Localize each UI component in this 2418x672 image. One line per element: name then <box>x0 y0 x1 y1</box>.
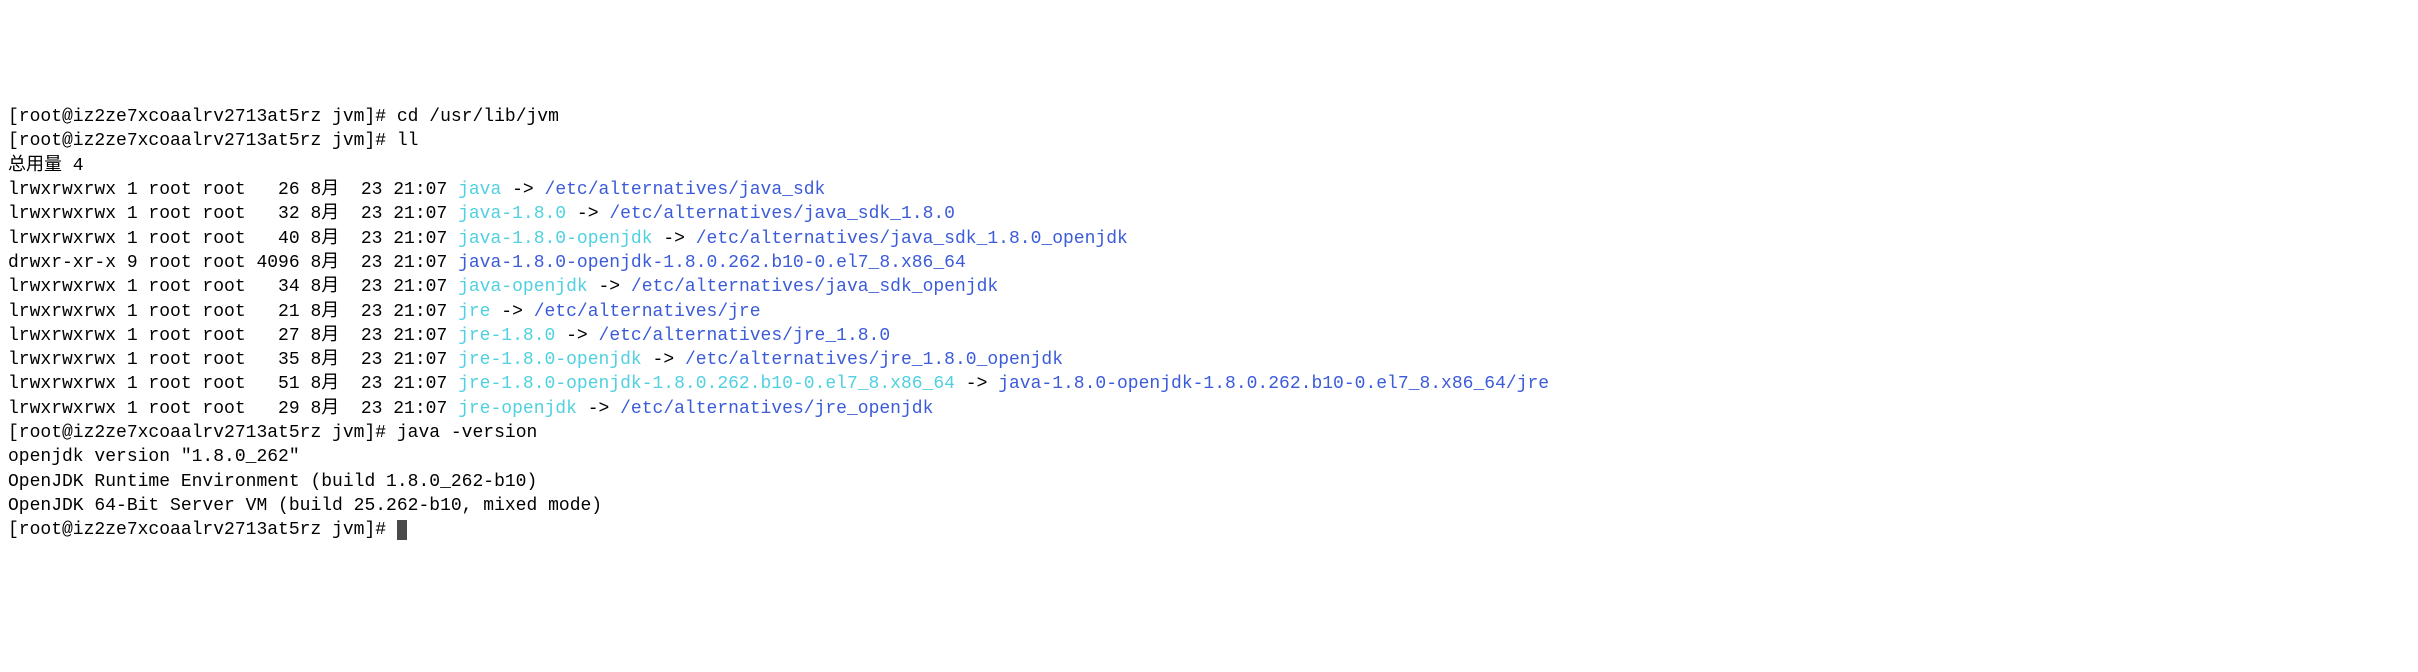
command-line: [root@iz2ze7xcoaalrv2713at5rz jvm]# java… <box>8 421 2410 445</box>
file-name: jre-1.8.0 <box>458 326 555 346</box>
file-name: java-openjdk <box>458 277 588 297</box>
file-permissions: lrwxrwxrwx 1 root root 29 8月 23 21:07 <box>8 399 458 419</box>
file-listing-row: lrwxrwxrwx 1 root root 32 8月 23 21:07 ja… <box>8 202 2410 226</box>
file-permissions: lrwxrwxrwx 1 root root 27 8月 23 21:07 <box>8 326 458 346</box>
symlink-arrow: -> <box>501 180 544 200</box>
file-listing-row: drwxr-xr-x 9 root root 4096 8月 23 21:07 … <box>8 251 2410 275</box>
symlink-target: /etc/alternatives/jre_openjdk <box>620 399 933 419</box>
symlink-target: /etc/alternatives/jre_1.8.0_openjdk <box>685 350 1063 370</box>
file-name: java-1.8.0 <box>458 204 566 224</box>
terminal-output[interactable]: [root@iz2ze7xcoaalrv2713at5rz jvm]# cd /… <box>8 105 2410 542</box>
prompt: [root@iz2ze7xcoaalrv2713at5rz jvm]# <box>8 131 397 151</box>
file-name: jre <box>458 302 490 322</box>
command-line: [root@iz2ze7xcoaalrv2713at5rz jvm]# <box>8 518 2410 542</box>
symlink-arrow: -> <box>566 204 609 224</box>
file-listing-row: lrwxrwxrwx 1 root root 40 8月 23 21:07 ja… <box>8 227 2410 251</box>
prompt: [root@iz2ze7xcoaalrv2713at5rz jvm]# <box>8 520 397 540</box>
symlink-target: /etc/alternatives/jre_1.8.0 <box>599 326 891 346</box>
file-permissions: lrwxrwxrwx 1 root root 32 8月 23 21:07 <box>8 204 458 224</box>
symlink-target: /etc/alternatives/java_sdk <box>545 180 826 200</box>
command-line: [root@iz2ze7xcoaalrv2713at5rz jvm]# ll <box>8 129 2410 153</box>
symlink-arrow: -> <box>955 374 998 394</box>
file-listing-row: lrwxrwxrwx 1 root root 34 8月 23 21:07 ja… <box>8 275 2410 299</box>
file-name: jre-openjdk <box>458 399 577 419</box>
symlink-arrow: -> <box>642 350 685 370</box>
version-output-line: OpenJDK 64-Bit Server VM (build 25.262-b… <box>8 494 2410 518</box>
file-permissions: drwxr-xr-x 9 root root 4096 8月 23 21:07 <box>8 253 458 273</box>
version-output-line: OpenJDK Runtime Environment (build 1.8.0… <box>8 470 2410 494</box>
file-listing-row: lrwxrwxrwx 1 root root 26 8月 23 21:07 ja… <box>8 178 2410 202</box>
version-output-line: openjdk version "1.8.0_262" <box>8 445 2410 469</box>
file-name: java <box>458 180 501 200</box>
file-permissions: lrwxrwxrwx 1 root root 51 8月 23 21:07 <box>8 374 458 394</box>
command-text: ll <box>397 131 419 151</box>
symlink-arrow: -> <box>490 302 533 322</box>
symlink-target: /etc/alternatives/java_sdk_1.8.0 <box>609 204 955 224</box>
symlink-target: /etc/alternatives/java_sdk_1.8.0_openjdk <box>696 229 1128 249</box>
file-permissions: lrwxrwxrwx 1 root root 35 8月 23 21:07 <box>8 350 458 370</box>
file-listing-row: lrwxrwxrwx 1 root root 35 8月 23 21:07 jr… <box>8 348 2410 372</box>
file-permissions: lrwxrwxrwx 1 root root 34 8月 23 21:07 <box>8 277 458 297</box>
total-line: 总用量 4 <box>8 154 2410 178</box>
symlink-target: java-1.8.0-openjdk-1.8.0.262.b10-0.el7_8… <box>998 374 1549 394</box>
symlink-arrow: -> <box>555 326 598 346</box>
file-permissions: lrwxrwxrwx 1 root root 21 8月 23 21:07 <box>8 302 458 322</box>
file-listing-row: lrwxrwxrwx 1 root root 27 8月 23 21:07 jr… <box>8 324 2410 348</box>
file-listing-row: lrwxrwxrwx 1 root root 29 8月 23 21:07 jr… <box>8 397 2410 421</box>
file-name: jre-1.8.0-openjdk <box>458 350 642 370</box>
file-permissions: lrwxrwxrwx 1 root root 40 8月 23 21:07 <box>8 229 458 249</box>
symlink-arrow: -> <box>588 277 631 297</box>
file-name: jre-1.8.0-openjdk-1.8.0.262.b10-0.el7_8.… <box>458 374 955 394</box>
file-name: java-1.8.0-openjdk <box>458 229 652 249</box>
file-name: java-1.8.0-openjdk-1.8.0.262.b10-0.el7_8… <box>458 253 966 273</box>
symlink-arrow: -> <box>577 399 620 419</box>
symlink-arrow: -> <box>653 229 696 249</box>
file-listing-row: lrwxrwxrwx 1 root root 51 8月 23 21:07 jr… <box>8 372 2410 396</box>
command-text: cd /usr/lib/jvm <box>397 107 559 127</box>
terminal-cursor <box>397 520 407 540</box>
prompt: [root@iz2ze7xcoaalrv2713at5rz jvm]# <box>8 107 397 127</box>
command-line: [root@iz2ze7xcoaalrv2713at5rz jvm]# cd /… <box>8 105 2410 129</box>
symlink-target: /etc/alternatives/jre <box>534 302 761 322</box>
file-listing-row: lrwxrwxrwx 1 root root 21 8月 23 21:07 jr… <box>8 300 2410 324</box>
symlink-target: /etc/alternatives/java_sdk_openjdk <box>631 277 998 297</box>
file-permissions: lrwxrwxrwx 1 root root 26 8月 23 21:07 <box>8 180 458 200</box>
command-text: java -version <box>397 423 537 443</box>
prompt: [root@iz2ze7xcoaalrv2713at5rz jvm]# <box>8 423 397 443</box>
